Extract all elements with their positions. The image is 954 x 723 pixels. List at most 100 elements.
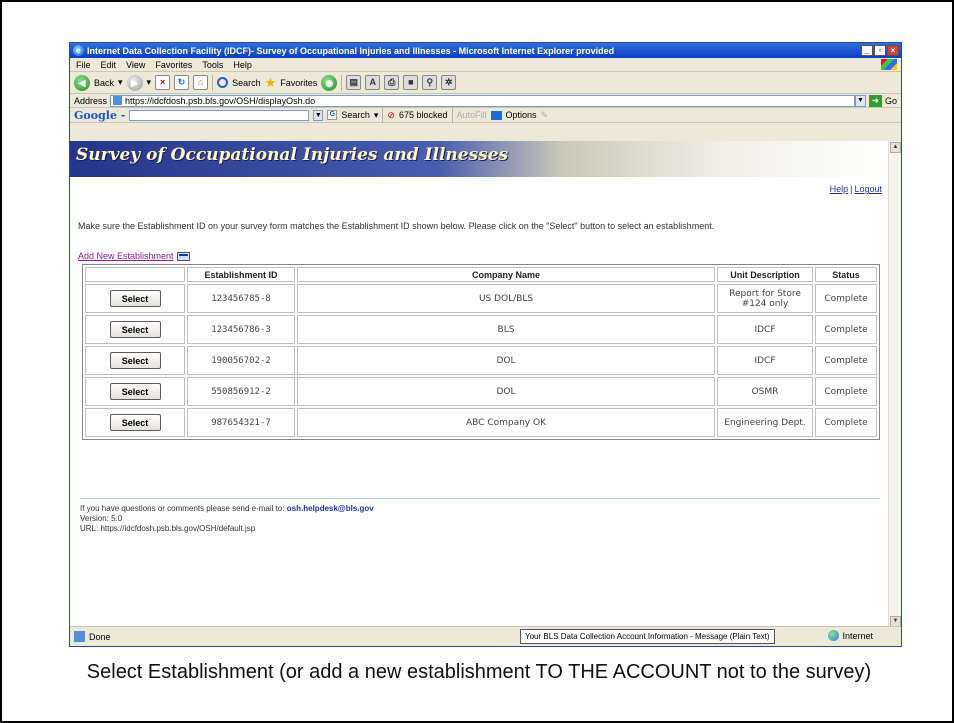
menu-edit[interactable]: Edit [101,60,117,70]
add-new-establishment-link[interactable]: Add New Establishment [78,251,190,261]
google-dropdown-icon[interactable]: ▼ [313,109,324,121]
options-button[interactable]: Options [506,110,537,120]
menu-favorites[interactable]: Favorites [155,60,192,70]
menu-tools[interactable]: Tools [202,60,223,70]
back-arrow-icon[interactable]: ◀ [74,74,90,91]
header-links: Help | Logout [830,184,882,194]
print-icon[interactable]: ⎙ [384,75,400,90]
select-button[interactable]: Select [109,383,161,400]
table-row: Select 123456785-8 US DOL/BLS Report for… [85,284,877,313]
slide-caption: Select Establishment (or add a new estab… [86,661,872,683]
security-zone: Internet [828,630,873,641]
table-row: Select 190056702-2 DOL IDCF Complete [85,346,877,375]
select-button[interactable]: Select [109,321,161,338]
menu-file[interactable]: File [76,60,91,70]
standard-toolbar: ◀ Back ▾ ▶ ▾ × ↻ ⌂ Search ★ Favorites ◉ … [70,72,901,94]
page-done-icon [74,631,85,642]
survey-banner: Survey of Occupational Injuries and Illn… [70,141,890,177]
page-icon [113,96,123,105]
establishment-id: 550856912-2 [187,377,295,406]
search-icon[interactable] [217,77,229,88]
establishment-id: 987654321-7 [187,408,295,437]
select-cell: Select [85,408,185,437]
scroll-up-icon[interactable]: ▲ [890,142,901,153]
google-search-icon[interactable]: G [327,110,338,120]
company-name: DOL [297,377,715,406]
title-bar: e Internet Data Collection Facility (IDC… [70,43,901,58]
pencil-icon[interactable]: ✎ [541,110,549,121]
options-icon[interactable] [490,110,502,120]
establishment-table: Establishment ID Company Name Unit Descr… [82,264,880,440]
select-button[interactable]: Select [109,352,161,369]
status-bar: Done Your BLS Data Collection Account In… [70,626,901,646]
establishment-id: 123456785-8 [187,284,295,313]
history-icon[interactable]: ▤ [346,75,362,90]
google-logo[interactable]: Google - [74,109,125,122]
back-label[interactable]: Back [94,78,114,88]
mail-icon[interactable]: A [365,75,381,90]
helpdesk-email-link[interactable]: osh.helpdesk@bls.gov [287,504,374,513]
close-icon[interactable]: × [887,45,899,56]
home-icon[interactable]: ⌂ [193,75,209,90]
select-button[interactable]: Select [109,290,161,307]
status-cell: Complete [815,377,877,406]
logout-link[interactable]: Logout [854,184,882,194]
banner-title: Survey of Occupational Injuries and Illn… [76,145,509,165]
address-url: https://idcfdosh.psb.bls.gov/OSH/display… [125,95,316,106]
unit-description: IDCF [717,315,813,344]
slide-frame: e Internet Data Collection Facility (IDC… [0,0,954,723]
add-new-establishment-label[interactable]: Add New Establishment [78,251,174,261]
google-search-dropdown-icon[interactable]: ▾ [374,110,379,121]
window-controls: _ ▫ × [861,45,899,56]
minimize-icon[interactable]: _ [861,45,873,56]
column-header: Unit Description [717,267,813,282]
column-header: Establishment ID [187,267,295,282]
windows-flag-icon [881,59,897,70]
unit-description: Engineering Dept. [717,408,813,437]
address-dropdown-icon[interactable]: ▼ [854,94,866,107]
menu-view[interactable]: View [126,60,145,70]
select-button[interactable]: Select [109,414,161,431]
forward-dropdown-icon[interactable]: ▾ [147,77,152,88]
window-title: Internet Data Collection Facility (IDCF)… [87,45,615,56]
media-icon[interactable]: ◉ [321,74,338,91]
toolbar-divider-2 [341,74,343,91]
vertical-scrollbar[interactable]: ▲ ▼ [888,141,901,628]
address-input[interactable]: https://idcfdosh.psb.bls.gov/OSH/display… [110,94,855,107]
new-window-icon[interactable] [176,251,190,261]
forward-arrow-icon[interactable]: ▶ [126,74,143,91]
messenger-icon[interactable]: ✲ [441,75,457,90]
stop-icon[interactable]: × [155,75,171,90]
help-link[interactable]: Help [830,184,849,194]
menu-bar: File Edit View Favorites Tools Help [70,58,901,72]
popup-blocker-icon[interactable]: ⊘ [387,110,395,121]
go-button[interactable]: Go [885,96,897,106]
google-search-input[interactable] [129,109,310,121]
research-icon[interactable]: ⚲ [422,75,438,90]
popups-blocked-count[interactable]: 675 blocked [399,110,448,120]
internet-globe-icon [828,630,840,641]
refresh-icon[interactable]: ↻ [174,75,190,90]
company-name: DOL [297,346,715,375]
zone-label: Internet [842,630,873,641]
favorites-star-icon[interactable]: ★ [265,76,277,89]
maximize-icon[interactable]: ▫ [874,45,886,56]
google-divider-2 [451,107,453,123]
edit-icon[interactable]: ■ [403,75,419,90]
google-search-button[interactable]: Search [341,110,370,120]
toolbar-divider [212,74,214,91]
menu-help[interactable]: Help [233,60,252,70]
unit-description: Report for Store #124 only [717,284,813,313]
search-label[interactable]: Search [232,78,261,88]
company-name: US DOL/BLS [297,284,715,313]
establishment-id: 123456786-3 [187,315,295,344]
taskbar-tooltip: Your BLS Data Collection Account Informa… [520,629,775,644]
select-cell: Select [85,377,185,406]
go-arrow-icon[interactable]: ➜ [868,94,882,107]
status-cell: Complete [815,284,877,313]
autofill-button[interactable]: AutoFill [457,110,487,120]
favorites-label[interactable]: Favorites [280,78,317,88]
back-dropdown-icon[interactable]: ▾ [118,77,123,88]
unit-description: IDCF [717,346,813,375]
status-cell: Complete [815,346,877,375]
